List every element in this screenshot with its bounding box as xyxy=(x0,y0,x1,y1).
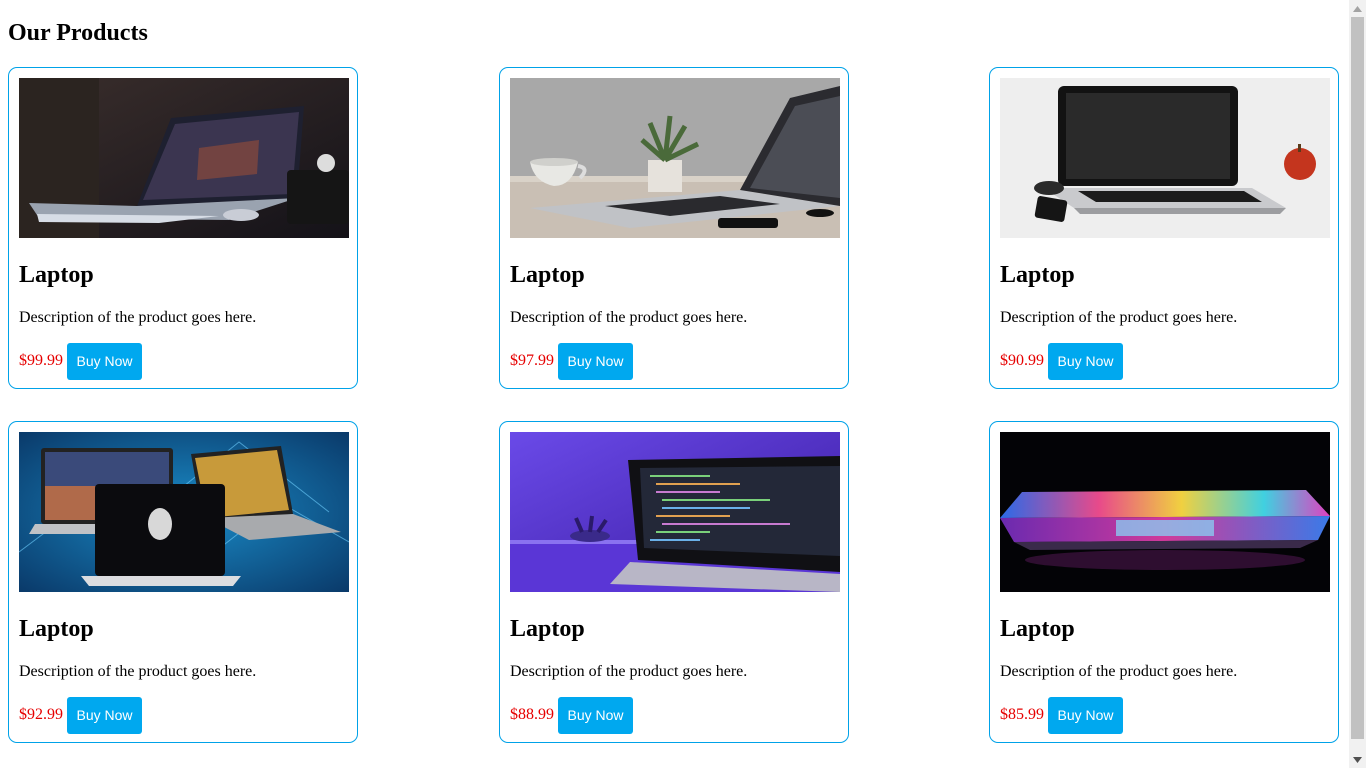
buy-now-button[interactable]: Buy Now xyxy=(558,343,633,380)
product-name: Laptop xyxy=(510,616,585,642)
gaming-laptops-photo xyxy=(19,432,349,592)
product-name: Laptop xyxy=(1000,262,1075,288)
page: Our Products Laptop Description of the p… xyxy=(0,0,1349,768)
product-price: $88.99 xyxy=(510,706,554,723)
white-laptop-apple-photo xyxy=(1000,78,1330,238)
product-description: Description of the product goes here. xyxy=(19,663,257,680)
page-title: Our Products xyxy=(8,20,148,46)
buy-now-button[interactable]: Buy Now xyxy=(1048,697,1123,734)
scroll-up-arrow-icon[interactable] xyxy=(1349,0,1366,17)
purple-code-laptop-photo xyxy=(510,432,840,592)
product-name: Laptop xyxy=(510,262,585,288)
product-name: Laptop xyxy=(1000,616,1075,642)
product-description: Description of the product goes here. xyxy=(510,309,748,326)
product-description: Description of the product goes here. xyxy=(510,663,748,680)
product-image xyxy=(510,432,840,592)
buy-now-button[interactable]: Buy Now xyxy=(1048,343,1123,380)
product-image xyxy=(510,78,840,238)
product-card: Laptop Description of the product goes h… xyxy=(499,421,849,743)
scrollbar-thumb[interactable] xyxy=(1351,17,1364,739)
product-name: Laptop xyxy=(19,262,94,288)
product-description: Description of the product goes here. xyxy=(1000,663,1238,680)
laptop-coffee-plant-photo xyxy=(510,78,840,238)
product-price: $99.99 xyxy=(19,352,63,369)
product-card: Laptop Description of the product goes h… xyxy=(499,67,849,389)
product-image xyxy=(19,78,349,238)
product-image xyxy=(1000,432,1330,592)
buy-now-button[interactable]: Buy Now xyxy=(67,343,142,380)
product-image xyxy=(1000,78,1330,238)
rainbow-keyboard-laptop-photo xyxy=(1000,432,1330,592)
product-price: $85.99 xyxy=(1000,706,1044,723)
product-card: Laptop Description of the product goes h… xyxy=(989,421,1339,743)
product-name: Laptop xyxy=(19,616,94,642)
product-price: $90.99 xyxy=(1000,352,1044,369)
product-description: Description of the product goes here. xyxy=(1000,309,1238,326)
vertical-scrollbar[interactable] xyxy=(1349,0,1366,768)
buy-now-button[interactable]: Buy Now xyxy=(558,697,633,734)
dark-desk-laptop-photo xyxy=(19,78,349,238)
buy-now-button[interactable]: Buy Now xyxy=(67,697,142,734)
product-card: Laptop Description of the product goes h… xyxy=(8,67,358,389)
product-card: Laptop Description of the product goes h… xyxy=(989,67,1339,389)
product-image xyxy=(19,432,349,592)
product-price: $97.99 xyxy=(510,352,554,369)
product-description: Description of the product goes here. xyxy=(19,309,257,326)
product-card: Laptop Description of the product goes h… xyxy=(8,421,358,743)
scroll-down-arrow-icon[interactable] xyxy=(1349,751,1366,768)
product-price: $92.99 xyxy=(19,706,63,723)
